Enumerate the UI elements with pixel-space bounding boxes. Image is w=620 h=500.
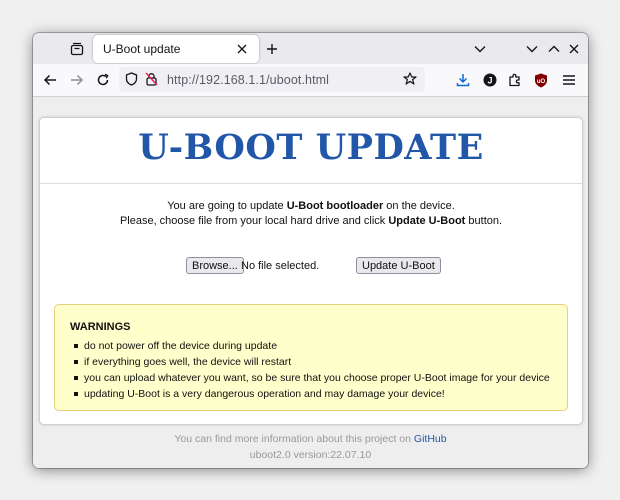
warnings-title: WARNINGS <box>70 321 131 333</box>
file-status-label: No file selected. <box>241 260 320 272</box>
description-text: You are going to update <box>167 200 287 212</box>
reload-icon[interactable] <box>93 70 113 90</box>
footer-version: uboot2.0 version:22.07.10 <box>249 449 372 461</box>
description-text: button. <box>465 215 503 227</box>
update-uboot-button[interactable]: Update U-Boot <box>356 257 441 274</box>
browser-window: U-Boot update http://192.168.1.1/uboot.h… <box>33 33 588 468</box>
footer-info-text: You can find more information about this… <box>174 433 414 445</box>
description-bold: U-Boot bootloader <box>286 200 384 212</box>
footer-info: You can find more information about this… <box>33 433 588 445</box>
svg-text:J: J <box>487 75 492 85</box>
github-link[interactable]: GitHub <box>414 433 447 445</box>
tab-list-chevron-icon[interactable] <box>470 39 490 59</box>
svg-text:uO: uO <box>537 78 546 84</box>
warning-item: if everything goes well, the device will… <box>69 354 550 370</box>
address-bar[interactable]: http://192.168.1.1/uboot.html <box>119 67 425 92</box>
tab-uboot-update[interactable]: U-Boot update <box>93 35 259 63</box>
warning-item: you can upload whatever you want, so be … <box>69 370 550 386</box>
url-text[interactable]: http://192.168.1.1/uboot.html <box>167 73 329 87</box>
window-close-icon[interactable] <box>564 39 584 59</box>
description-text: on the device. <box>383 200 455 212</box>
back-icon[interactable] <box>40 70 60 90</box>
warnings-box: WARNINGS do not power off the device dur… <box>54 304 568 411</box>
description-bold: Update U-Boot <box>388 215 466 227</box>
tab-title: U-Boot update <box>103 42 181 56</box>
ublock-origin-icon[interactable]: uO <box>531 70 551 90</box>
tab-bar: U-Boot update <box>33 33 588 64</box>
bookmark-star-icon[interactable] <box>403 72 417 91</box>
update-panel: U-BOOT UPDATE You are going to update U-… <box>39 117 583 425</box>
new-tab-icon[interactable] <box>262 39 282 59</box>
description-text: Please, choose file from your local hard… <box>119 215 389 227</box>
warning-item: updating U-Boot is a very dangerous oper… <box>69 386 550 402</box>
minimize-icon[interactable] <box>522 39 542 59</box>
title-divider <box>40 183 582 184</box>
browse-button[interactable]: Browse... <box>186 257 244 274</box>
maximize-icon[interactable] <box>544 39 564 59</box>
downloads-icon[interactable] <box>453 70 473 90</box>
description-line-2: Please, choose file from your local hard… <box>40 215 582 227</box>
description-line-1: You are going to update U-Boot bootloade… <box>40 200 582 212</box>
warnings-list: do not power off the device during updat… <box>69 338 550 402</box>
navigation-bar: http://192.168.1.1/uboot.html J uO <box>33 64 588 97</box>
menu-hamburger-icon[interactable] <box>559 70 579 90</box>
close-tab-icon[interactable] <box>233 40 251 58</box>
warning-item: do not power off the device during updat… <box>69 338 550 354</box>
tab-overview-icon[interactable] <box>67 39 87 59</box>
page-content: U-BOOT UPDATE You are going to update U-… <box>33 97 588 468</box>
account-avatar-icon[interactable]: J <box>480 70 500 90</box>
insecure-lock-icon[interactable] <box>145 72 158 91</box>
extensions-puzzle-icon[interactable] <box>505 70 525 90</box>
forward-icon[interactable] <box>67 70 87 90</box>
tracking-shield-icon[interactable] <box>125 72 138 91</box>
page-title: U-BOOT UPDATE <box>138 127 484 168</box>
